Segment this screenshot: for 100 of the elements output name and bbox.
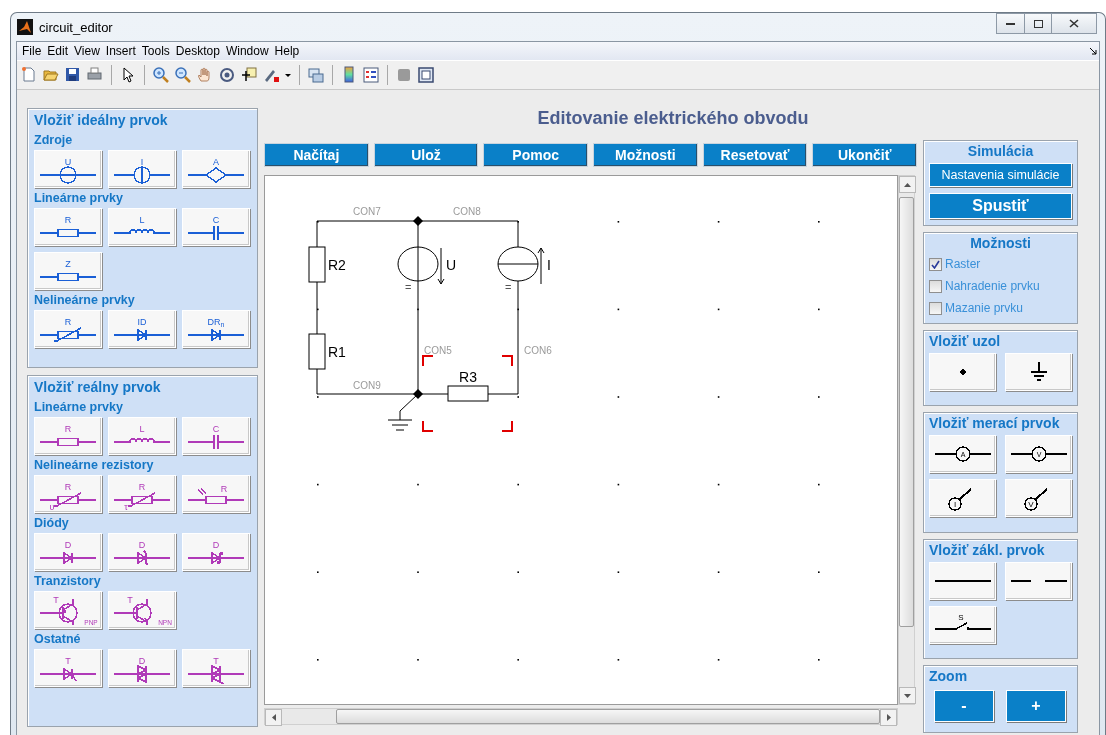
component-button[interactable]: R — [34, 417, 102, 455]
page-heading: Editovanie elektrického obvodu — [536, 108, 810, 130]
element-button[interactable] — [1005, 562, 1072, 600]
group-title: Lineárne prvky — [34, 400, 124, 414]
scroll-up-button[interactable] — [899, 176, 916, 193]
circuit-canvas[interactable]: R2 R1 U = I = R3 CON7 CON8 CON5 CON6 CON9 — [265, 176, 897, 704]
component-button[interactable]: R — [182, 475, 250, 513]
component-label: R3 — [459, 369, 477, 385]
element-button[interactable] — [929, 562, 996, 600]
element-button[interactable]: I — [929, 479, 996, 517]
window-title: circuit_editor — [39, 19, 114, 35]
element-button[interactable] — [1005, 353, 1072, 391]
connection-label: CON5 — [424, 345, 452, 356]
component-button[interactable]: R τ — [108, 475, 176, 513]
checkbox[interactable] — [929, 257, 942, 271]
menu-item[interactable]: Desktop — [172, 44, 223, 58]
panel-title: Zoom — [929, 668, 969, 684]
group-title: Zdroje — [34, 133, 74, 147]
action-button[interactable]: Ukončiť — [812, 143, 918, 167]
component-button[interactable]: DR$_{n}$ — [182, 310, 250, 348]
action-button[interactable]: Načítaj — [264, 143, 369, 167]
menu-item[interactable]: View — [71, 44, 103, 58]
menu-item[interactable]: Help — [271, 44, 303, 58]
component-button[interactable]: L — [108, 417, 176, 455]
component-button[interactable]: D — [34, 533, 102, 571]
component-button[interactable]: ID — [108, 310, 176, 348]
scroll-right-button[interactable] — [880, 709, 897, 726]
component-button[interactable]: D — [108, 533, 176, 571]
zoom-button[interactable]: + — [1006, 690, 1066, 722]
right-arrow-icon — [886, 714, 891, 721]
save-icon[interactable] — [64, 66, 82, 84]
close-button[interactable] — [1051, 13, 1097, 34]
logo-icon — [17, 19, 33, 35]
horizontal-scrollbar[interactable] — [264, 708, 898, 725]
down-arrow-icon — [904, 693, 911, 698]
panel-title: Vložiť zákl. prvok — [929, 542, 1046, 558]
menu-item[interactable]: Edit — [44, 44, 72, 58]
zoom-out-icon[interactable] — [174, 66, 192, 84]
component-button[interactable]: C — [182, 208, 250, 246]
component-button[interactable]: T — [34, 649, 102, 687]
component-label: U — [446, 257, 457, 273]
connection-label: CON7 — [353, 206, 381, 217]
component-label: I — [547, 257, 551, 273]
action-button[interactable]: Ulož — [373, 143, 479, 167]
zoom-in-icon[interactable] — [152, 66, 170, 84]
polarity-mark: = — [405, 281, 412, 293]
checkbox[interactable] — [929, 301, 942, 315]
action-button[interactable]: Možnosti — [593, 143, 698, 167]
panel-title: Vložiť uzol — [929, 333, 1002, 349]
menu-item[interactable]: Window — [222, 44, 272, 58]
group-title: Lineárne prvky — [34, 191, 124, 205]
component-button[interactable]: D — [182, 533, 250, 571]
minimize-button[interactable] — [996, 13, 1025, 34]
component-button[interactable]: C — [182, 417, 250, 455]
new-file-icon[interactable] — [20, 66, 38, 84]
component-button[interactable]: R — [34, 208, 102, 246]
component-button[interactable]: Z — [34, 252, 102, 290]
scrollbar-thumb[interactable] — [336, 709, 880, 724]
panel-title: Možnosti — [969, 235, 1032, 251]
run-button[interactable]: Spustiť — [929, 193, 1072, 219]
wire — [316, 281, 318, 335]
component-label: R2 — [328, 257, 346, 273]
legend-icon[interactable] — [362, 66, 380, 84]
scroll-left-button[interactable] — [265, 709, 282, 726]
checkbox[interactable] — [929, 279, 942, 293]
component-button[interactable]: I — [108, 150, 176, 188]
component-button[interactable]: D — [108, 649, 176, 687]
component-button[interactable]: R — [34, 310, 102, 348]
connection-label: CON8 — [453, 206, 481, 217]
polarity-mark: = — [505, 281, 512, 293]
probe-icon — [1023, 488, 1048, 511]
connection-label: CON6 — [524, 345, 552, 356]
zoom-button[interactable]: - — [934, 690, 994, 722]
panel-title: Vložiť merací prvok — [929, 415, 1061, 431]
scroll-down-button[interactable] — [899, 687, 916, 704]
data-cursor-icon[interactable] — [240, 66, 258, 84]
action-button[interactable]: Resetovať — [702, 143, 808, 167]
window-icon[interactable] — [417, 66, 435, 84]
component-button[interactable]: T — [182, 649, 250, 687]
group-title: Nelineárne prvky — [34, 293, 136, 307]
component-button[interactable]: R υ — [34, 475, 102, 513]
panel-title: Vložiť ideálny prvok — [34, 112, 169, 128]
switch-icon — [933, 622, 992, 630]
component-button[interactable]: A — [182, 150, 250, 188]
menu-item[interactable]: Insert — [102, 44, 139, 58]
dock-arrow-icon[interactable] — [1089, 47, 1097, 55]
settings-button[interactable]: Nastavenia simulácie — [929, 163, 1072, 187]
menu-item[interactable]: Tools — [138, 44, 173, 58]
ground-symbol — [387, 393, 419, 431]
component-button[interactable]: L — [108, 208, 176, 246]
group-title: Tranzistory — [34, 574, 102, 588]
maximize-button[interactable] — [1024, 13, 1052, 34]
ground-icon — [1029, 361, 1048, 381]
menu-item[interactable]: File — [19, 44, 45, 58]
vertical-scrollbar[interactable] — [898, 175, 915, 705]
action-button[interactable]: Pomoc — [483, 143, 588, 167]
element-button[interactable]: S — [929, 606, 996, 644]
scrollbar-thumb[interactable] — [899, 197, 914, 627]
component-button[interactable]: U — [34, 150, 102, 188]
element-button[interactable]: V — [1005, 479, 1072, 517]
